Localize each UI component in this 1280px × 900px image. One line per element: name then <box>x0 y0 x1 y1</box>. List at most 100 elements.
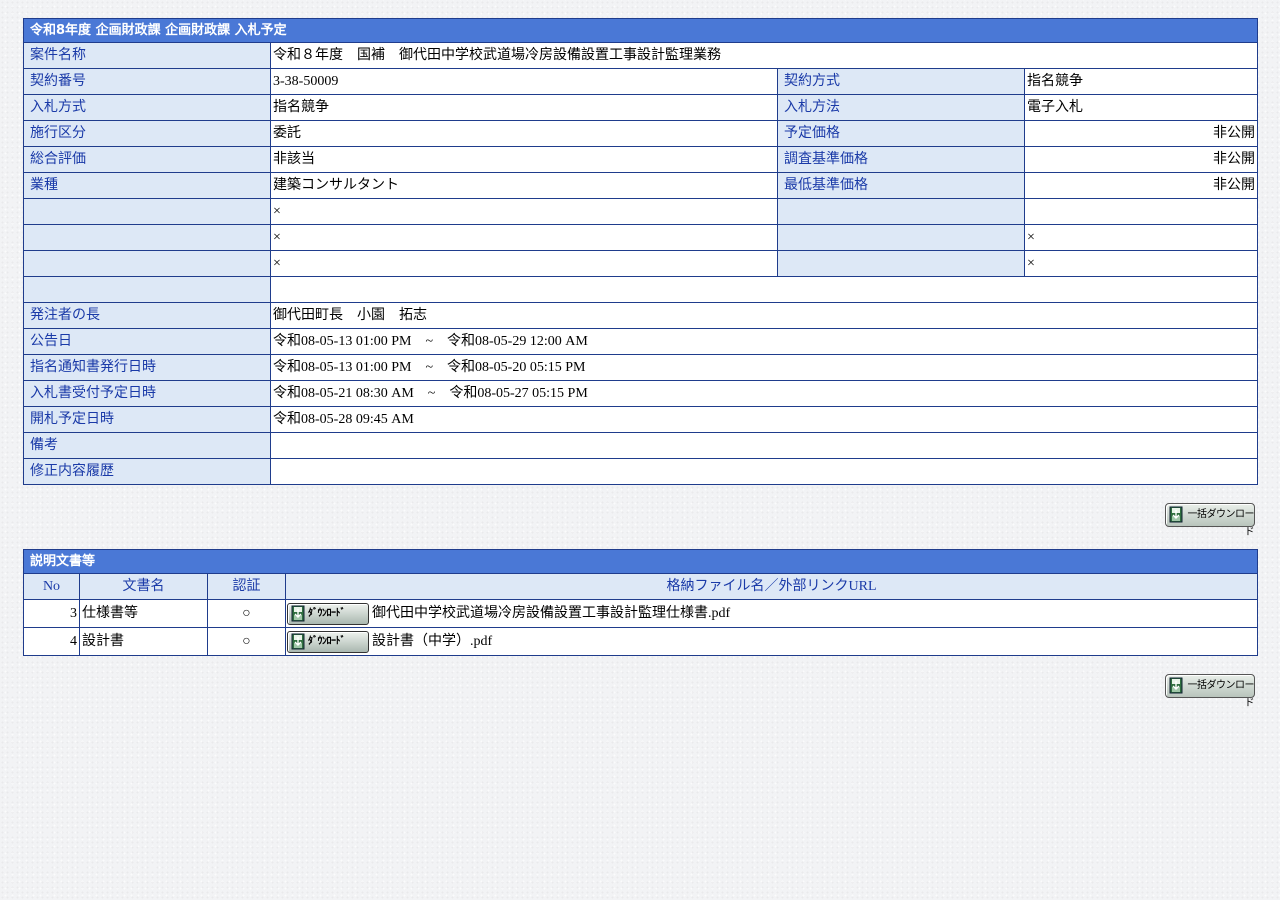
bulk-download-label: 一括ダウンロード <box>1187 680 1255 709</box>
download-button[interactable]: ﾀﾞｳﾝﾛｰﾄﾞ <box>287 602 369 625</box>
table-row: 3 仕様書等 ○ ﾀﾞｳﾝﾛｰﾄﾞ 御代田中学校武道場冷房設備設置工事設計監理仕… <box>23 599 1259 628</box>
bid-accept-date-label: 入札書受付予定日時 <box>23 380 271 407</box>
orderer-head-label: 発注者の長 <box>23 302 271 329</box>
bid-method-label: 入札方式 <box>23 94 271 121</box>
doc-auth: ○ <box>207 599 286 628</box>
blank-value <box>1024 198 1258 225</box>
row-contract: 契約番号 3-38-50009 契約方式 指名競争 <box>23 68 1258 95</box>
blank-mark: × <box>270 224 778 251</box>
col-file-header: 格納ファイル名／外部リンクURL <box>284 573 1259 600</box>
industry-label: 業種 <box>23 172 271 199</box>
page-content: 令和8年度 企画財政課 企画財政課 入札予定 案件名称 令和８年度 国補 御代田… <box>22 18 1259 709</box>
blank-mark: × <box>1024 250 1258 277</box>
col-auth-header: 認証 <box>207 573 286 600</box>
col-name-header: 文書名 <box>79 573 208 600</box>
download-label: ﾀﾞｳﾝﾛｰﾄﾞ <box>308 635 346 647</box>
row-evaluation: 総合評価 非該当 調査基準価格 非公開 <box>23 146 1258 173</box>
row-blank-4 <box>23 276 1258 303</box>
bulk-download-button[interactable]: 一括ダウンロード <box>1165 674 1255 709</box>
col-no-header: No <box>23 573 80 600</box>
announce-date-label: 公告日 <box>23 328 271 355</box>
execution-type-label: 施行区分 <box>23 120 271 147</box>
blank-mark: × <box>270 250 778 277</box>
documents-title: 説明文書等 <box>22 549 1259 574</box>
case-name-label: 案件名称 <box>23 42 271 69</box>
remarks-value <box>270 432 1258 459</box>
disk-download-icon <box>291 605 305 622</box>
bulk-download-button[interactable]: 一括ダウンロード <box>1165 503 1255 538</box>
bulk-download-row-bottom: 一括ダウンロード <box>23 674 1257 709</box>
bid-procedure-value: 電子入札 <box>1024 94 1258 121</box>
blank-value <box>270 276 1258 303</box>
row-orderer-head: 発注者の長 御代田町長 小園 拓志 <box>23 302 1258 329</box>
opening-date-value: 令和08-05-28 09:45 AM <box>270 406 1258 433</box>
bid-accept-date-value: 令和08-05-21 08:30 AM ~ 令和08-05-27 05:15 P… <box>270 380 1258 407</box>
blank-label <box>23 198 271 225</box>
remarks-label: 備考 <box>23 432 271 459</box>
case-name-value: 令和８年度 国補 御代田中学校武道場冷房設備設置工事設計監理業務 <box>270 42 1258 69</box>
revision-history-value <box>270 458 1258 485</box>
orderer-head-value: 御代田町長 小園 拓志 <box>270 302 1258 329</box>
row-blank-3: × × <box>23 250 1258 277</box>
doc-no: 4 <box>23 627 80 656</box>
min-price-value: 非公開 <box>1024 172 1258 199</box>
contract-no-value: 3-38-50009 <box>270 68 778 95</box>
announce-date-value: 令和08-05-13 01:00 PM ~ 令和08-05-29 12:00 A… <box>270 328 1258 355</box>
bulk-download-row-top: 一括ダウンロード <box>23 503 1257 538</box>
survey-price-value: 非公開 <box>1024 146 1258 173</box>
blank-label <box>23 224 271 251</box>
bid-info-table: 令和8年度 企画財政課 企画財政課 入札予定 案件名称 令和８年度 国補 御代田… <box>23 18 1258 485</box>
row-bid-accept-date: 入札書受付予定日時 令和08-05-21 08:30 AM ~ 令和08-05-… <box>23 380 1258 407</box>
row-bid-method: 入札方式 指名競争 入札方法 電子入札 <box>23 94 1258 121</box>
doc-file-name: 御代田中学校武道場冷房設備設置工事設計監理仕様書.pdf <box>372 606 731 622</box>
row-announce-date: 公告日 令和08-05-13 01:00 PM ~ 令和08-05-29 12:… <box>23 328 1258 355</box>
blank-mark: × <box>270 198 778 225</box>
bulk-download-label: 一括ダウンロード <box>1187 509 1255 538</box>
survey-price-label: 調査基準価格 <box>777 146 1025 173</box>
planned-price-label: 予定価格 <box>777 120 1025 147</box>
doc-file-name: 設計書（中学）.pdf <box>372 634 493 650</box>
row-opening-date: 開札予定日時 令和08-05-28 09:45 AM <box>23 406 1258 433</box>
opening-date-label: 開札予定日時 <box>23 406 271 433</box>
blank-label <box>23 276 271 303</box>
row-notice-date: 指名通知書発行日時 令和08-05-13 01:00 PM ~ 令和08-05-… <box>23 354 1258 381</box>
row-revision-history: 修正内容履歴 <box>23 458 1258 485</box>
overall-eval-label: 総合評価 <box>23 146 271 173</box>
documents-header-row: No 文書名 認証 格納ファイル名／外部リンクURL <box>23 573 1259 600</box>
documents-table: 説明文書等 No 文書名 認証 格納ファイル名／外部リンクURL 3 仕様書等 … <box>22 549 1259 656</box>
execution-type-value: 委託 <box>270 120 778 147</box>
blank-label <box>777 250 1025 277</box>
contract-method-label: 契約方式 <box>777 68 1025 95</box>
disk-download-icon <box>1169 506 1183 523</box>
doc-name: 設計書 <box>79 627 208 656</box>
bid-info-title: 令和8年度 企画財政課 企画財政課 入札予定 <box>23 18 1258 43</box>
blank-label <box>777 198 1025 225</box>
doc-no: 3 <box>23 599 80 628</box>
doc-name: 仕様書等 <box>79 599 208 628</box>
notice-date-label: 指名通知書発行日時 <box>23 354 271 381</box>
download-button[interactable]: ﾀﾞｳﾝﾛｰﾄﾞ <box>287 630 369 653</box>
bid-method-value: 指名競争 <box>270 94 778 121</box>
notice-date-value: 令和08-05-13 01:00 PM ~ 令和08-05-20 05:15 P… <box>270 354 1258 381</box>
doc-file-cell: ﾀﾞｳﾝﾛｰﾄﾞ 御代田中学校武道場冷房設備設置工事設計監理仕様書.pdf <box>284 599 1259 628</box>
revision-history-label: 修正内容履歴 <box>23 458 271 485</box>
contract-no-label: 契約番号 <box>23 68 271 95</box>
download-label: ﾀﾞｳﾝﾛｰﾄﾞ <box>308 607 346 619</box>
overall-eval-value: 非該当 <box>270 146 778 173</box>
row-industry: 業種 建築コンサルタント 最低基準価格 非公開 <box>23 172 1258 199</box>
min-price-label: 最低基準価格 <box>777 172 1025 199</box>
doc-file-cell: ﾀﾞｳﾝﾛｰﾄﾞ 設計書（中学）.pdf <box>284 627 1259 656</box>
row-case-name: 案件名称 令和８年度 国補 御代田中学校武道場冷房設備設置工事設計監理業務 <box>23 42 1258 69</box>
doc-auth: ○ <box>207 627 286 656</box>
row-remarks: 備考 <box>23 432 1258 459</box>
row-blank-1: × <box>23 198 1258 225</box>
row-execution: 施行区分 委託 予定価格 非公開 <box>23 120 1258 147</box>
disk-download-icon <box>291 633 305 650</box>
blank-mark: × <box>1024 224 1258 251</box>
planned-price-value: 非公開 <box>1024 120 1258 147</box>
blank-label <box>777 224 1025 251</box>
bid-procedure-label: 入札方法 <box>777 94 1025 121</box>
blank-label <box>23 250 271 277</box>
disk-download-icon <box>1169 677 1183 694</box>
table-row: 4 設計書 ○ ﾀﾞｳﾝﾛｰﾄﾞ 設計書（中学）.pdf <box>23 627 1259 656</box>
